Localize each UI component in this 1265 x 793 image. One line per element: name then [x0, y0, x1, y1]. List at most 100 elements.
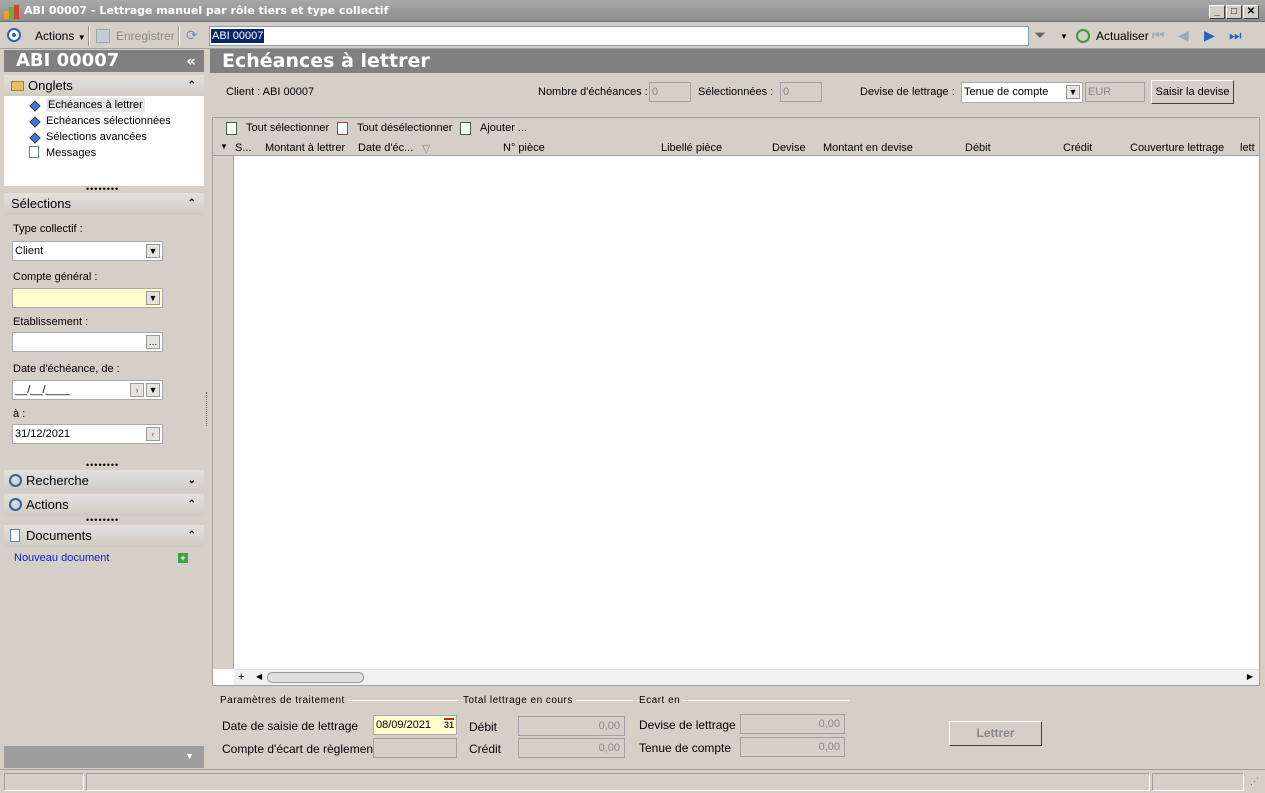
- echeances-grid: Tout sélectionner Tout désélectionner Aj…: [212, 117, 1260, 686]
- recherche-header[interactable]: Recherche ⌄: [4, 470, 204, 492]
- col-header-credit[interactable]: Crédit: [1063, 142, 1092, 154]
- actions-header[interactable]: Actions ⌃: [4, 494, 204, 516]
- refresh-button[interactable]: Actualiser: [1096, 29, 1149, 43]
- params-title: Paramètres de traitement: [220, 695, 348, 706]
- add-icon[interactable]: +: [178, 553, 188, 563]
- selectionnees-label: Sélectionnées :: [698, 86, 774, 98]
- splitter-handle[interactable]: ••••••••: [86, 515, 119, 525]
- col-header-lett[interactable]: lett: [1240, 142, 1255, 154]
- horizontal-scrollbar[interactable]: + ◀ ▶: [234, 669, 1259, 685]
- add-button[interactable]: Ajouter ...: [480, 122, 527, 134]
- chevron-down-icon[interactable]: ▼: [146, 244, 160, 258]
- grid-menu-icon[interactable]: ▼: [220, 142, 228, 151]
- refresh-icon[interactable]: [1076, 29, 1090, 43]
- status-panel: [86, 773, 1150, 791]
- actions-menu-button[interactable]: Actions ▼: [35, 27, 86, 45]
- date-a-input[interactable]: 31/12/2021 ‹: [12, 424, 163, 444]
- page-title: Echéances à lettrer: [210, 49, 1265, 73]
- calendar-icon[interactable]: 31: [443, 718, 454, 731]
- col-header-numero-piece[interactable]: N° pièce: [503, 142, 545, 154]
- documents-header[interactable]: Documents ⌃: [4, 525, 204, 547]
- scroll-left-icon[interactable]: ◀: [256, 672, 262, 681]
- maximize-button[interactable]: □: [1226, 5, 1242, 19]
- col-header-libelle-piece[interactable]: Libellé pièce: [661, 142, 722, 154]
- etablissement-input[interactable]: …: [12, 332, 163, 352]
- date-a-label: à :: [13, 408, 26, 420]
- chevron-down-icon[interactable]: ▼: [185, 751, 194, 761]
- chevron-down-icon[interactable]: ▼: [146, 383, 160, 397]
- document-icon: [10, 529, 20, 542]
- selections-header[interactable]: Sélections ⌃: [4, 193, 204, 215]
- saisir-devise-button[interactable]: Saisir la devise: [1151, 80, 1234, 104]
- ecart-tenue-label: Tenue de compte: [639, 741, 732, 755]
- col-header-montant-devise[interactable]: Montant en devise: [823, 142, 913, 154]
- next-record-icon[interactable]: ▶: [1204, 27, 1215, 44]
- compte-general-input[interactable]: ▼: [12, 288, 163, 308]
- lettrer-button[interactable]: Lettrer: [949, 721, 1042, 746]
- filter-icon[interactable]: ⏷: [1034, 28, 1048, 43]
- date-saisie-input[interactable]: 08/09/2021 31: [373, 715, 457, 735]
- select-all-icon: [226, 122, 237, 135]
- calendar-icon[interactable]: ›: [130, 383, 144, 397]
- col-header-date-echeance[interactable]: Date d'éc...: [358, 142, 413, 154]
- app-icon: [4, 5, 19, 19]
- tree-item-echeances-selectionnees[interactable]: Echéances sélectionnées: [46, 114, 171, 128]
- splitter-handle[interactable]: ••••••••: [86, 460, 119, 470]
- panel-splitter[interactable]: [206, 392, 208, 426]
- devise-lettrage-select[interactable]: Tenue de compte ▼: [961, 82, 1083, 103]
- col-header-couverture-lettrage[interactable]: Couverture lettrage: [1130, 142, 1224, 154]
- command-input[interactable]: ABI 00007: [209, 26, 1029, 46]
- double-chevron-down-icon[interactable]: ▼: [146, 291, 160, 305]
- collapse-panel-button[interactable]: «: [186, 50, 196, 72]
- client-label: Client : ABI 00007: [226, 86, 315, 98]
- collapse-chevron-icon[interactable]: ⌃: [188, 525, 196, 547]
- col-header-debit[interactable]: Débit: [965, 142, 991, 154]
- scroll-right-icon[interactable]: ▶: [1247, 672, 1253, 681]
- title-bar: ABI 00007 - Lettrage manuel par rôle tie…: [0, 0, 1265, 22]
- previous-record-icon[interactable]: ◀: [1178, 27, 1189, 44]
- tree-item-selections-avancees[interactable]: Sélections avancées: [46, 130, 147, 144]
- col-header-devise[interactable]: Devise: [772, 142, 806, 154]
- collapse-chevron-icon[interactable]: ⌃: [188, 193, 196, 215]
- filter-dropdown-icon[interactable]: ▼: [1060, 32, 1068, 41]
- recherche-label: Recherche: [26, 473, 89, 488]
- onglets-header[interactable]: Onglets ⌃: [4, 75, 204, 97]
- toolbar-separator: [178, 26, 180, 46]
- tree-item-echeances-a-lettrer[interactable]: Echéances à lettrer: [46, 98, 145, 112]
- close-button[interactable]: ✕: [1243, 5, 1259, 19]
- resize-grip-icon[interactable]: ⋰: [1250, 776, 1259, 787]
- col-header-s[interactable]: S...: [235, 142, 252, 154]
- ecart-reglement-label: Compte d'écart de règlement: [222, 742, 377, 756]
- tabs-tree: Echéances à lettrer Echéances sélectionn…: [4, 96, 204, 186]
- selectionnees-field: 0: [780, 82, 822, 102]
- sync-icon[interactable]: ⟳: [186, 28, 200, 42]
- folder-icon: [11, 81, 24, 91]
- chevron-down-icon[interactable]: ▼: [1066, 85, 1080, 99]
- date-de-input[interactable]: __/__/____ › ▼: [12, 380, 163, 400]
- home-icon[interactable]: [7, 28, 21, 42]
- status-panel: [4, 773, 84, 791]
- type-collectif-select[interactable]: Client ▼: [12, 241, 163, 261]
- expand-icon[interactable]: +: [238, 671, 244, 683]
- deselect-all-button[interactable]: Tout désélectionner: [357, 122, 452, 134]
- tab-bullet-icon: [29, 100, 41, 112]
- last-record-icon[interactable]: ⏭: [1229, 27, 1242, 44]
- nb-echeances-label: Nombre d'échéances :: [538, 86, 648, 98]
- first-record-icon[interactable]: ⏮: [1152, 27, 1165, 44]
- minimize-button[interactable]: _: [1209, 5, 1225, 19]
- scroll-thumb[interactable]: [267, 672, 364, 683]
- expand-chevron-icon[interactable]: ⌄: [188, 470, 196, 492]
- calendar-icon[interactable]: ‹: [146, 427, 160, 441]
- collapse-chevron-icon[interactable]: ⌃: [188, 494, 196, 516]
- ellipsis-icon[interactable]: …: [146, 335, 160, 349]
- nb-echeances-field: 0: [649, 82, 691, 102]
- grid-toolbar: Tout sélectionner Tout désélectionner Aj…: [213, 118, 1259, 140]
- collapse-chevron-icon[interactable]: ⌃: [188, 75, 196, 97]
- sort-icon: ▽: [422, 143, 431, 155]
- tree-item-messages[interactable]: Messages: [46, 146, 96, 160]
- col-header-montant-a-lettrer[interactable]: Montant à lettrer: [265, 142, 345, 154]
- select-all-button[interactable]: Tout sélectionner: [246, 122, 329, 134]
- new-document-link[interactable]: Nouveau document: [14, 552, 109, 564]
- save-button[interactable]: Enregistrer: [116, 27, 175, 45]
- ecart-devise-field: 0,00: [740, 714, 845, 734]
